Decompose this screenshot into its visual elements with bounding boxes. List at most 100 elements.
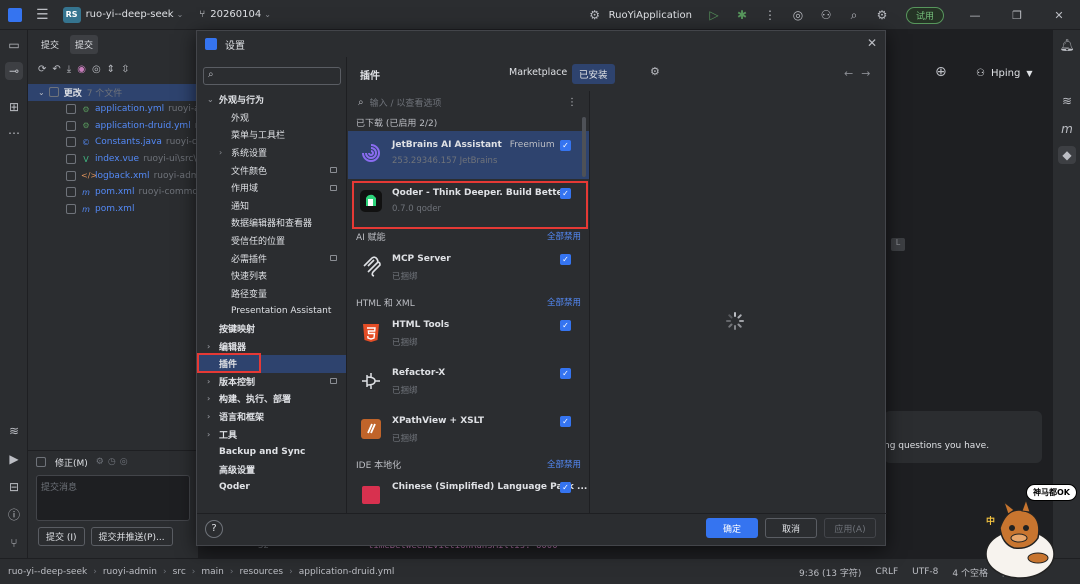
- plugin-row[interactable]: MCP Server 已捆绑 ✓: [348, 245, 589, 293]
- chevron-right-icon[interactable]: ›: [219, 148, 222, 157]
- ai-user-menu[interactable]: ⚇ Hping ▼: [976, 60, 1032, 86]
- plugin-row[interactable]: Chinese (Simplified) Language Pack ... ✓: [348, 473, 589, 513]
- chevron-right-icon[interactable]: ›: [207, 377, 210, 386]
- file-checkbox[interactable]: [66, 170, 76, 181]
- plugin-list-scrollbar[interactable]: [582, 117, 586, 177]
- changed-file-row[interactable]: ⚙ application.ymlruoyi-ac: [28, 101, 198, 118]
- new-chat-icon[interactable]: ⊕: [935, 64, 947, 80]
- apply-button[interactable]: 应用(A): [824, 518, 876, 538]
- commit-icon[interactable]: ⊸: [5, 62, 23, 80]
- collapse-icon[interactable]: ⇳: [121, 64, 129, 75]
- plugin-enabled-checkbox[interactable]: ✓: [560, 140, 571, 151]
- chevron-right-icon[interactable]: ›: [207, 342, 210, 351]
- file-checkbox[interactable]: [66, 104, 76, 115]
- download-icon[interactable]: ⤓: [67, 64, 71, 75]
- commit-push-button[interactable]: 提交并推送(P)...: [90, 527, 173, 546]
- more-options-icon[interactable]: ⋮: [567, 97, 577, 108]
- nav-item[interactable]: Backup and Sync: [197, 443, 346, 461]
- settings-gear-icon[interactable]: ⚙: [96, 457, 104, 467]
- nav-item[interactable]: 高级设置: [197, 460, 346, 478]
- add-user-icon[interactable]: ⚇: [812, 8, 840, 22]
- plugin-row[interactable]: HTML Tools 已捆绑 ✓: [348, 311, 589, 359]
- git-icon[interactable]: ⑂: [5, 534, 23, 552]
- nav-item[interactable]: › 语言和框架: [197, 408, 346, 426]
- settings-gear-icon[interactable]: ⚙: [868, 8, 896, 22]
- chevron-down-icon[interactable]: ⌄: [38, 88, 45, 97]
- ai-icon[interactable]: ◎: [120, 457, 128, 467]
- ai-icon[interactable]: ◉: [77, 64, 86, 75]
- breadcrumb-item[interactable]: main: [201, 567, 224, 577]
- close-icon[interactable]: ✕: [867, 36, 877, 50]
- structure-icon[interactable]: ⊞: [5, 98, 23, 116]
- breadcrumb-item[interactable]: ruo-yi--deep-seek: [8, 567, 87, 577]
- nav-item[interactable]: 菜单与工具栏: [197, 126, 346, 144]
- run-icon[interactable]: ▷: [700, 8, 728, 22]
- plugin-search-input[interactable]: ⌕ 输入 / 以查看选项 ⋮: [348, 91, 589, 113]
- rollback-icon[interactable]: ↶: [52, 64, 60, 75]
- disable-all-link[interactable]: 全部禁用: [547, 458, 581, 470]
- branch-icon[interactable]: ⑂: [199, 9, 205, 20]
- amend-checkbox[interactable]: [36, 457, 46, 467]
- nav-item[interactable]: 按键映射: [197, 320, 346, 338]
- debug-icon[interactable]: ✱: [728, 8, 756, 22]
- file-encoding[interactable]: UTF-8: [912, 567, 938, 577]
- terminal-icon[interactable]: ⊟: [5, 478, 23, 496]
- nav-item[interactable]: 必需插件: [197, 249, 346, 267]
- expand-icon[interactable]: ⇕: [107, 64, 115, 75]
- changed-file-row[interactable]: Vindex.vue ruoyi-ui\src\v: [28, 151, 198, 168]
- nav-item[interactable]: Presentation Assistant: [197, 302, 346, 320]
- nav-item[interactable]: 受信任的位置: [197, 232, 346, 250]
- search-icon[interactable]: ⌕: [840, 8, 868, 23]
- settings-gear-icon[interactable]: ⚙: [650, 65, 660, 78]
- nav-item[interactable]: 路径变量: [197, 285, 346, 303]
- nav-item[interactable]: ⌄ 外观与行为: [197, 91, 346, 109]
- plugin-enabled-checkbox[interactable]: ✓: [560, 254, 571, 265]
- chevron-down-icon[interactable]: ⌄: [177, 10, 184, 19]
- branch-selector[interactable]: 20260104: [210, 9, 261, 20]
- group-checkbox[interactable]: [48, 87, 59, 98]
- project-badge[interactable]: RS: [62, 6, 81, 23]
- more-icon[interactable]: ⋮: [756, 8, 784, 22]
- settings-search-input[interactable]: ⌕: [203, 67, 341, 85]
- plugin-enabled-checkbox[interactable]: ✓: [560, 416, 571, 427]
- plugin-enabled-checkbox[interactable]: ✓: [560, 368, 571, 379]
- refresh-icon[interactable]: ⟳: [38, 64, 46, 75]
- nav-item[interactable]: 外观: [197, 109, 346, 127]
- file-checkbox[interactable]: [66, 120, 76, 131]
- problems-icon[interactable]: ⓘ: [5, 506, 23, 524]
- file-checkbox[interactable]: [66, 204, 76, 215]
- nav-item[interactable]: 快速列表: [197, 267, 346, 285]
- notifications-icon[interactable]: 🔔︎: [1058, 36, 1076, 54]
- restore-icon[interactable]: ❐: [996, 9, 1038, 22]
- nav-item[interactable]: › 工具: [197, 425, 346, 443]
- project-selector[interactable]: ruo-yi--deep-seek: [86, 9, 174, 20]
- nav-item[interactable]: 文件颜色: [197, 161, 346, 179]
- database-icon[interactable]: ≋: [1058, 92, 1076, 110]
- close-window-icon[interactable]: ✕: [1038, 9, 1080, 22]
- tab-marketplace[interactable]: Marketplace: [502, 64, 574, 81]
- main-menu-icon[interactable]: ☰: [36, 7, 49, 23]
- nav-item[interactable]: 数据编辑器和查看器: [197, 214, 346, 232]
- file-checkbox[interactable]: [66, 187, 76, 198]
- breadcrumb-item[interactable]: ruoyi-admin: [103, 567, 157, 577]
- breadcrumb-item[interactable]: application-druid.yml: [299, 567, 395, 577]
- chevron-right-icon[interactable]: ›: [207, 430, 210, 439]
- caret-position[interactable]: 9:36 (13 字符): [799, 566, 861, 579]
- changes-group[interactable]: ⌄ 更改 7 个文件: [28, 84, 198, 101]
- ide-logo-icon[interactable]: [8, 7, 22, 22]
- changed-file-row[interactable]: </> logback.xml ruoyi-admi: [28, 167, 198, 184]
- plugin-enabled-checkbox[interactable]: ✓: [560, 320, 571, 331]
- maven-icon[interactable]: m: [1058, 120, 1076, 138]
- tab-installed[interactable]: 已安装: [572, 64, 615, 84]
- plugin-row[interactable]: XPathView + XSLT 已捆绑 ✓: [348, 407, 589, 455]
- changed-file-row[interactable]: © Constants.javaruoyi-con: [28, 134, 198, 151]
- nav-item[interactable]: 作用域: [197, 179, 346, 197]
- changed-file-row[interactable]: m pom.xml ruoyi-commor: [28, 184, 198, 201]
- plugin-row[interactable]: Qoder - Think Deeper. Build Better. 0.7.0…: [348, 179, 589, 229]
- database-icon[interactable]: ≋: [5, 422, 23, 440]
- nav-item[interactable]: › 系统设置: [197, 144, 346, 162]
- plugin-enabled-checkbox[interactable]: ✓: [560, 482, 571, 493]
- tab-commit-active[interactable]: 提交: [70, 34, 99, 54]
- nav-item[interactable]: Qoder: [197, 478, 346, 496]
- disable-all-link[interactable]: 全部禁用: [547, 230, 581, 242]
